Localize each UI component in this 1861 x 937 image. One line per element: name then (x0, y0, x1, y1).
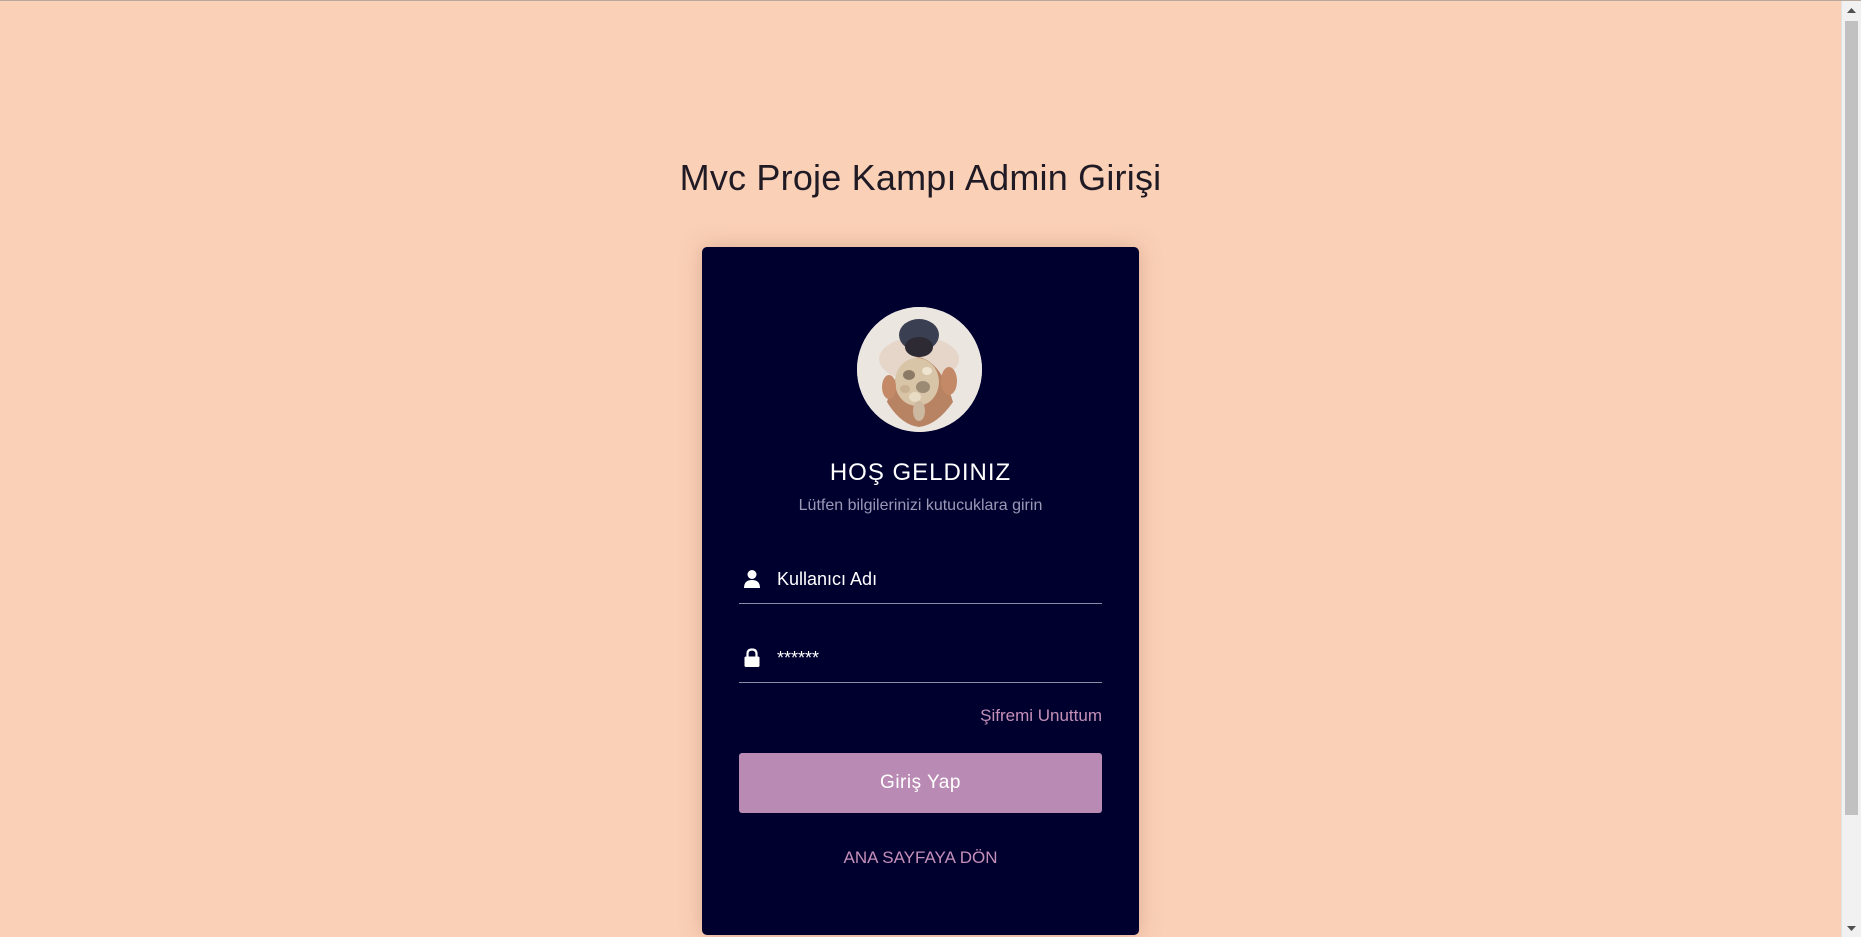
lock-icon (743, 648, 761, 668)
password-field (739, 632, 1102, 683)
username-input[interactable] (777, 563, 1097, 595)
vertical-scrollbar[interactable] (1841, 1, 1861, 937)
scrollbar-thumb[interactable] (1845, 21, 1858, 815)
back-to-home-link[interactable]: ANA SAYFAYA DÖN (702, 848, 1139, 868)
password-input[interactable] (777, 642, 1097, 674)
welcome-subtitle: Lütfen bilgilerinizi kutucuklara girin (798, 497, 1043, 514)
scroll-up-icon[interactable] (1842, 3, 1861, 19)
user-icon (743, 569, 761, 589)
login-button[interactable]: Giriş Yap (739, 753, 1102, 813)
login-card: HOŞ GELDINIZ Lütfen bilgilerinizi kutucu… (702, 247, 1139, 935)
welcome-heading: HOŞ GELDINIZ (829, 459, 1012, 486)
avatar (857, 307, 982, 432)
user-photo-icon (857, 307, 982, 432)
browser-viewport: Mvc Proje Kampı Admin Girişi HOŞ GELDINI (0, 0, 1861, 937)
scroll-down-icon[interactable] (1842, 920, 1861, 936)
page-title: Mvc Proje Kampı Admin Girişi (679, 157, 1162, 199)
forgot-password-link[interactable]: Şifremi Unuttum (980, 706, 1102, 726)
username-field (739, 553, 1102, 604)
